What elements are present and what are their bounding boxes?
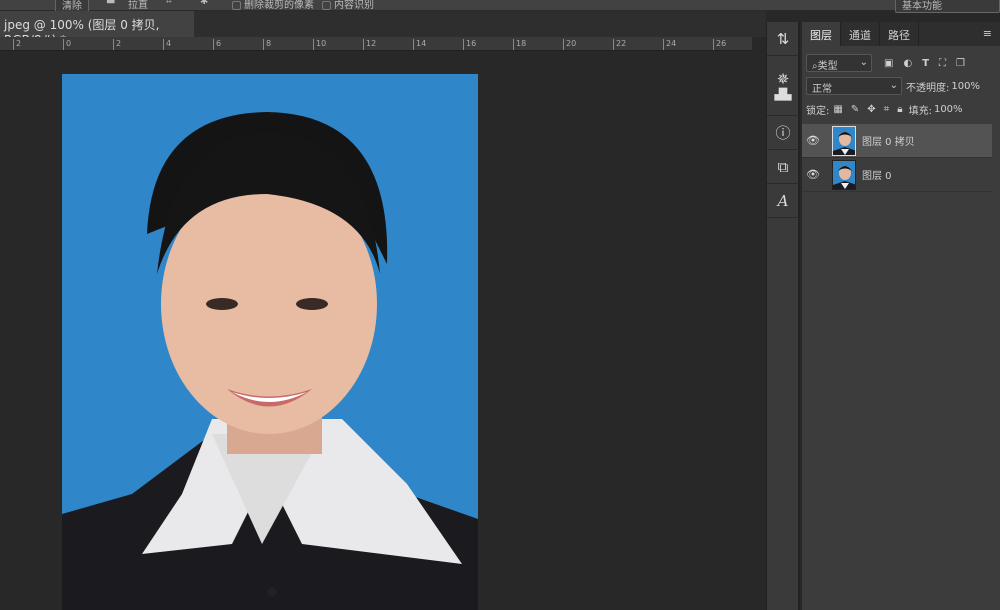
grid-overlay-icon[interactable]: ⌗ [166,0,172,7]
ruler-tick: 4 [163,39,171,50]
filter-label: 类型 [817,61,838,72]
lock-all-icon[interactable]: 🔒︎ [897,104,902,115]
character-icon[interactable]: A [767,184,799,218]
navigator-icon[interactable]: ✵ ▟▙ [767,56,799,116]
transform-icon[interactable]: ⧉ [767,150,799,184]
tab-layers[interactable]: 图层 [802,22,841,46]
straighten-icon[interactable]: ▬ [106,0,115,7]
settings-icon[interactable]: ✱ [200,0,208,7]
content-aware-label: 内容识别 [334,0,374,11]
panel-menu-icon[interactable]: ≡ [975,22,1000,46]
delete-cropped-checkbox[interactable]: 删除裁剪的像素 [232,0,314,11]
type-filter-icon[interactable]: T [922,58,929,69]
layer-name[interactable]: 图层 0 拷贝 [862,133,915,148]
workspace-select[interactable]: 基本功能 [895,0,1000,13]
visibility-eye-icon[interactable]: 👁︎ [802,168,824,181]
layer-name[interactable]: 图层 0 [862,167,892,182]
portrait-photo[interactable] [62,74,478,610]
shape-filter-icon[interactable]: ⛶ [939,58,946,69]
histogram-icon[interactable]: ▟▙ [775,88,792,101]
lock-artboard-icon[interactable]: ⌗ [884,104,890,115]
adjustment-filter-icon[interactable]: ◐ [903,58,912,69]
smart-object-filter-icon[interactable]: ❐ [956,58,965,69]
ruler-tick: 10 [313,39,326,50]
ruler-tick: 22 [613,39,626,50]
options-bar: 清除 ▬ 拉直 ⌗ ✱ 删除裁剪的像素 内容识别 基本功能 [0,0,1000,13]
ruler-tick: 14 [413,39,426,50]
ruler-tick: 24 [663,39,676,50]
ruler-tick: 2 [13,39,21,50]
ruler-tick: 26 [713,39,726,50]
panel-icon-strip: ⇅ ✵ ▟▙ ⓘ ⧉ A [766,22,800,610]
tab-paths[interactable]: 路径 [880,22,919,46]
info-icon[interactable]: ⓘ [767,116,799,150]
document-tab[interactable]: jpeg @ 100% (图层 0 拷贝, RGB/8#) * [0,11,194,47]
ruler-tick: 16 [463,39,476,50]
opacity-input[interactable]: 100% [951,81,980,92]
ruler-tick: 8 [263,39,271,50]
lock-position-icon[interactable]: ✥ [867,104,875,115]
fill-input[interactable]: 100% [934,104,963,115]
delete-cropped-label: 删除裁剪的像素 [244,0,314,11]
lock-label: 锁定: [806,106,830,117]
tab-channels[interactable]: 通道 [841,22,880,46]
horizontal-ruler: 2 0 2 4 6 8 10 12 14 16 18 20 22 24 26 [0,37,752,51]
content-aware-checkbox[interactable]: 内容识别 [322,0,374,11]
ruler-tick: 20 [563,39,576,50]
ruler-tick: 6 [213,39,221,50]
straighten-label[interactable]: 拉直 [128,0,148,11]
pixel-filter-icon[interactable]: ▣ [884,58,893,69]
layer-row[interactable]: 👁︎ 图层 0 拷贝 [802,124,992,158]
ruler-tick: 2 [113,39,121,50]
portrait-image [62,112,478,610]
layer-row[interactable]: 👁︎ 图层 0 [802,158,992,192]
layer-filter-select[interactable]: ⌕类型 ⌄ [806,54,872,72]
blend-mode-value: 正常 [812,84,832,95]
blend-mode-select[interactable]: 正常 ⌄ [806,77,902,95]
layer-thumbnail [832,159,856,190]
lock-transparent-icon[interactable]: ▦ [833,104,842,115]
fill-label: 填充: [908,106,932,117]
history-icon[interactable]: ⇅ [767,22,799,56]
layer-thumbnail [832,125,856,156]
ruler-tick: 12 [363,39,376,50]
opacity-label: 不透明度: [906,82,950,94]
ruler-tick: 18 [513,39,526,50]
ruler-tick: 0 [63,39,71,50]
visibility-eye-icon[interactable]: 👁︎ [802,134,824,147]
layers-panel: 图层 通道 路径 ≡ ⌕类型 ⌄ ▣ ◐ T ⛶ ❐ 正常 ⌄ 不透明度: 100%… [802,22,1000,610]
lock-image-icon[interactable]: ✎ [851,104,859,115]
